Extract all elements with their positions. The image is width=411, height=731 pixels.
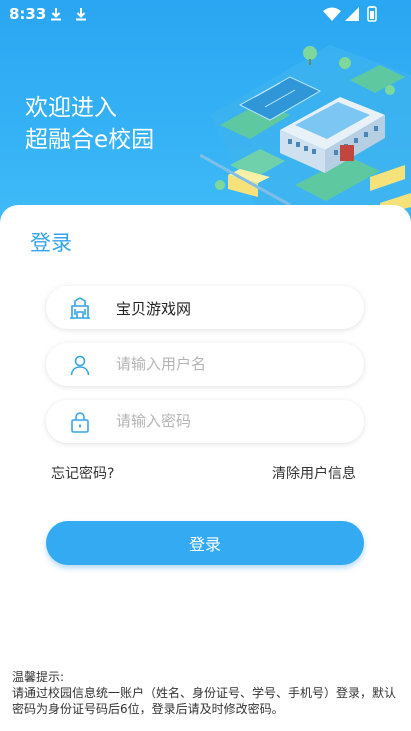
download-icon	[76, 8, 86, 21]
clear-user-info-link[interactable]: 清除用户信息	[272, 463, 356, 483]
password-input[interactable]	[116, 408, 346, 434]
login-button[interactable]: 登录	[46, 521, 364, 565]
username-input[interactable]	[116, 351, 346, 377]
login-heading: 登录	[30, 231, 72, 255]
username-field-wrapper[interactable]	[46, 343, 364, 386]
welcome-title: 欢迎进入 超融合e校园	[25, 92, 154, 156]
campus-illustration	[200, 45, 411, 215]
notice-body: 请通过校园信息统一账户（姓名、身份证号、学号、手机号）登录，默认密码为身份证号码…	[12, 686, 397, 716]
wifi-icon	[323, 7, 341, 21]
status-bar: 8:33	[0, 0, 411, 28]
lock-icon	[71, 412, 89, 433]
welcome-line1: 欢迎进入	[25, 95, 117, 121]
header-banner: 8:33 欢迎进入 超融合e校园	[0, 0, 411, 240]
school-name: 宝贝游戏网	[116, 300, 192, 318]
user-icon	[70, 355, 90, 376]
forgot-password-link[interactable]: 忘记密码?	[51, 463, 114, 483]
school-building-icon	[70, 297, 90, 319]
school-selector[interactable]: 宝贝游戏网	[46, 286, 364, 329]
notice-title: 温馨提示:	[12, 670, 65, 684]
login-card: 登录 宝贝游戏网 忘记密码? 清除用户信息 登录 温馨提示: 请通过校园信息统一…	[0, 205, 411, 731]
welcome-line2: 超融合e校园	[25, 127, 155, 153]
signal-icon	[345, 7, 359, 21]
password-field-wrapper[interactable]	[46, 400, 364, 443]
download-icon	[51, 8, 61, 21]
status-time: 8:33	[9, 5, 47, 23]
wifi-signal-battery-icons	[323, 6, 377, 22]
notice-block: 温馨提示: 请通过校园信息统一账户（姓名、身份证号、学号、手机号）登录，默认密码…	[12, 669, 402, 717]
